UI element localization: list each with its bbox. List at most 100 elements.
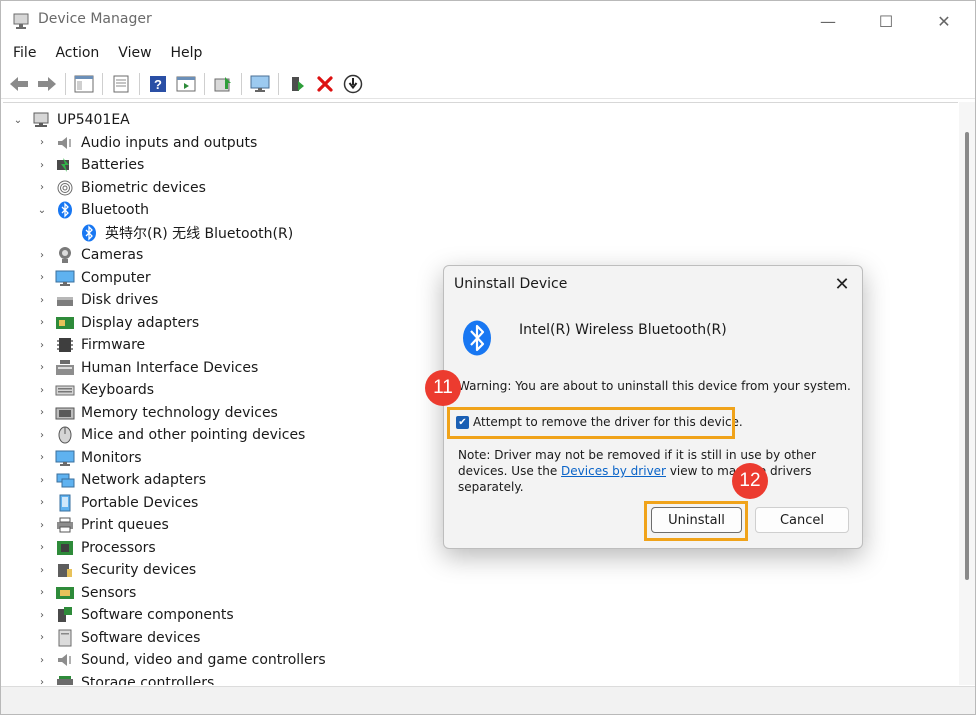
tree-item-label: Network adapters — [81, 472, 206, 488]
chevron-right-icon[interactable]: › — [35, 160, 49, 171]
chevron-right-icon[interactable]: › — [35, 295, 49, 306]
status-bar — [1, 686, 975, 714]
dialog-device-name: Intel(R) Wireless Bluetooth(R) — [519, 322, 727, 338]
update-driver-icon — [214, 76, 231, 91]
tree-category[interactable]: › Biometric devices — [35, 177, 206, 199]
chevron-right-icon[interactable]: › — [35, 610, 49, 621]
close-button[interactable]: ✕ — [921, 5, 967, 37]
menu-view[interactable]: View — [111, 43, 158, 67]
speaker-icon — [58, 136, 71, 149]
chevron-right-icon[interactable]: › — [35, 520, 49, 531]
menu-file[interactable]: File — [6, 43, 43, 67]
speaker-icon — [58, 654, 71, 666]
tree-device-item[interactable]: 英特尔(R) 无线 Bluetooth(R) — [73, 222, 293, 244]
properties-button[interactable] — [109, 72, 133, 96]
tree-category[interactable]: › Storage controllers — [35, 672, 214, 685]
chevron-right-icon[interactable]: › — [35, 632, 49, 643]
chevron-right-icon[interactable]: › — [35, 677, 49, 685]
scrollbar-thumb[interactable] — [965, 132, 969, 580]
chevron-right-icon[interactable]: › — [35, 452, 49, 463]
back-button[interactable] — [7, 72, 31, 96]
disable-device-button[interactable] — [341, 72, 365, 96]
tree-item-label: Sensors — [81, 584, 137, 601]
forward-button[interactable] — [35, 72, 59, 96]
hid-icon — [56, 359, 74, 375]
tree-category[interactable]: › Processors — [35, 537, 156, 559]
dialog-warning: Warning: You are about to uninstall this… — [458, 379, 851, 393]
chevron-right-icon[interactable]: › — [35, 475, 49, 486]
chevron-down-icon[interactable]: ⌄ — [11, 115, 25, 126]
tree-category[interactable]: › Firmware — [35, 334, 145, 356]
tree-category[interactable]: › Cameras — [35, 244, 143, 266]
chevron-right-icon[interactable]: › — [35, 182, 49, 193]
tree-category[interactable]: › Print queues — [35, 514, 169, 536]
storage-icon — [57, 675, 73, 685]
tree-category[interactable]: › Network adapters — [35, 469, 206, 491]
tree-category[interactable]: › Security devices — [35, 559, 196, 581]
checkbox-highlight-box — [447, 407, 735, 439]
menu-action[interactable]: Action — [48, 43, 106, 67]
view-button[interactable] — [174, 72, 198, 96]
chevron-right-icon[interactable]: › — [35, 655, 49, 666]
devices-by-driver-link[interactable]: Devices by driver — [561, 464, 666, 478]
tree-category[interactable]: › Human Interface Devices — [35, 357, 258, 379]
tree-category[interactable]: ⌄ Bluetooth — [35, 199, 149, 221]
chevron-right-icon[interactable]: › — [35, 317, 49, 328]
tree-category[interactable]: › Batteries — [35, 154, 144, 176]
chevron-right-icon[interactable]: › — [35, 565, 49, 576]
step-11-badge: 11 — [425, 370, 461, 406]
menu-help[interactable]: Help — [164, 43, 210, 67]
chevron-right-icon[interactable]: › — [35, 542, 49, 553]
close-icon: ✕ — [834, 274, 850, 295]
tree-root[interactable]: ⌄ UP5401EA — [11, 109, 130, 131]
fingerprint-icon — [57, 180, 73, 195]
tree-category[interactable]: › Sensors — [35, 582, 136, 604]
tree-category[interactable]: › Software components — [35, 604, 234, 626]
vertical-scrollbar[interactable] — [959, 102, 975, 685]
tree-category[interactable]: › Software devices — [35, 627, 200, 649]
title-bar: Device Manager — ☐ ✕ — [1, 1, 975, 41]
chevron-right-icon[interactable]: › — [35, 362, 49, 373]
chevron-right-icon[interactable]: › — [35, 272, 49, 283]
scan-hardware-button[interactable] — [248, 72, 272, 96]
tree-category[interactable]: › Mice and other pointing devices — [35, 424, 305, 446]
tree-item-label: Biometric devices — [81, 179, 206, 196]
properties-icon — [113, 75, 129, 92]
show-hide-tree-button[interactable] — [72, 72, 96, 96]
chevron-right-icon[interactable]: › — [35, 250, 49, 261]
tree-item-label: Human Interface Devices — [81, 359, 259, 376]
tree-category[interactable]: › Disk drives — [35, 289, 158, 311]
minimize-icon: — — [820, 11, 836, 31]
uninstall-highlight-box — [644, 501, 748, 541]
tree-category[interactable]: › Monitors — [35, 447, 142, 469]
tree-item-label: Computer — [81, 269, 151, 286]
monitor-icon — [55, 270, 75, 286]
chevron-right-icon[interactable]: › — [35, 430, 49, 441]
software-component-icon — [58, 607, 72, 622]
tree-category[interactable]: › Computer — [35, 267, 151, 289]
tree-category[interactable]: › Display adapters — [35, 312, 199, 334]
tree-item-label: Sound, video and game controllers — [81, 652, 326, 668]
maximize-button[interactable]: ☐ — [863, 5, 909, 37]
tree-item-label: Mice and other pointing devices — [81, 427, 306, 443]
chevron-right-icon[interactable]: › — [35, 340, 49, 351]
dialog-close-button[interactable]: ✕ — [830, 274, 854, 298]
chevron-right-icon[interactable]: › — [35, 137, 49, 148]
update-driver-button[interactable] — [211, 72, 235, 96]
toolbar-separator — [102, 72, 103, 95]
chevron-down-icon[interactable]: ⌄ — [35, 205, 49, 216]
chevron-right-icon[interactable]: › — [35, 385, 49, 396]
chevron-right-icon[interactable]: › — [35, 587, 49, 598]
chevron-right-icon[interactable]: › — [35, 497, 49, 508]
tree-category[interactable]: › Memory technology devices — [35, 402, 278, 424]
tree-category[interactable]: › Keyboards — [35, 379, 154, 401]
tree-category[interactable]: › Sound, video and game controllers — [35, 649, 326, 671]
enable-device-button[interactable] — [285, 72, 309, 96]
tree-category[interactable]: › Audio inputs and outputs — [35, 132, 257, 154]
cancel-button[interactable]: Cancel — [755, 507, 849, 533]
help-button[interactable]: ? — [146, 72, 170, 96]
uninstall-device-button[interactable] — [313, 72, 337, 96]
chevron-right-icon[interactable]: › — [35, 407, 49, 418]
tree-category[interactable]: › Portable Devices — [35, 492, 198, 514]
minimize-button[interactable]: — — [805, 5, 851, 37]
